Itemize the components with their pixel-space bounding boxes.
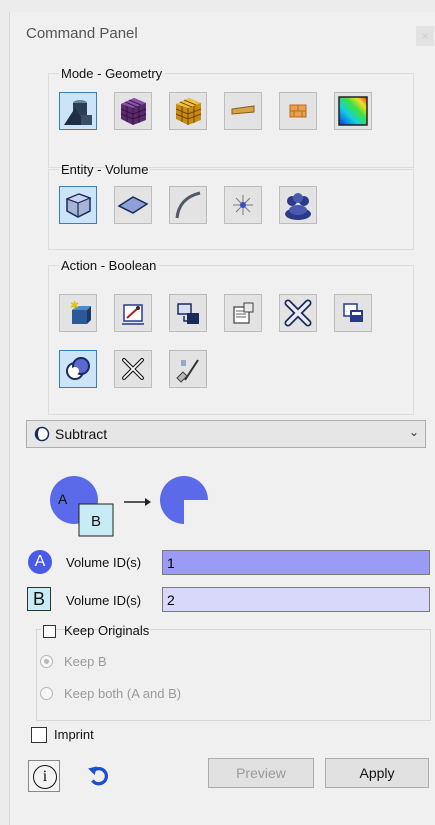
entity-vertex-button[interactable] xyxy=(224,186,262,224)
action-transform-button[interactable] xyxy=(169,294,207,332)
action-create-button[interactable]: ✱ xyxy=(59,294,97,332)
imprint-label: Imprint xyxy=(54,727,94,742)
mode-brick-button[interactable] xyxy=(279,92,317,130)
diagram-label-a: A xyxy=(58,491,68,507)
copy-icon xyxy=(343,303,363,322)
volume-b-label: Volume ID(s) xyxy=(66,593,142,608)
brick-wall-icon xyxy=(289,104,307,118)
bar-element-icon xyxy=(231,105,255,115)
group-icon xyxy=(285,193,311,220)
apply-button[interactable]: Apply xyxy=(325,758,429,788)
vertex-icon xyxy=(233,195,253,215)
subtract-icon xyxy=(34,426,50,442)
surface-icon xyxy=(117,196,149,214)
action-decompose-button[interactable] xyxy=(114,350,152,388)
arrow-icon xyxy=(145,498,151,506)
entity-legend: Entity - Volume xyxy=(61,162,149,177)
info-glyph: i xyxy=(33,765,57,789)
entity-volume-button[interactable] xyxy=(59,186,97,224)
mode-geometry-button[interactable] xyxy=(59,92,97,130)
boolean-icon xyxy=(66,357,90,380)
properties-icon xyxy=(233,302,254,324)
entity-group-button[interactable] xyxy=(279,186,317,224)
subtract-diagram: A B xyxy=(50,476,208,537)
undo-icon[interactable] xyxy=(86,762,112,788)
diagram-result-shape xyxy=(160,476,208,524)
volume-b-badge: B xyxy=(27,587,51,611)
mode-bar-button[interactable] xyxy=(224,92,262,130)
action-delete-button[interactable] xyxy=(279,294,317,332)
diagram-label-b: B xyxy=(91,513,101,530)
volume-cube-icon xyxy=(65,193,92,218)
action-cleanup-button[interactable] xyxy=(169,350,207,388)
svg-text:✱: ✱ xyxy=(70,299,79,312)
action-modify-button[interactable] xyxy=(114,294,152,332)
keep-originals-group xyxy=(36,629,431,721)
title-bar: Command Panel × xyxy=(10,12,435,56)
action-copy-button[interactable] xyxy=(334,294,372,332)
preview-button[interactable]: Preview xyxy=(208,758,314,788)
command-panel: Command Panel × Mode - Geometry Entity -… xyxy=(9,12,435,825)
mode-mesh-button[interactable] xyxy=(114,92,152,130)
transform-icon xyxy=(177,303,199,324)
chevron-down-icon: ⌄ xyxy=(408,425,419,439)
keep-originals-label: Keep Originals xyxy=(64,623,150,638)
mode-results-button[interactable] xyxy=(334,92,372,130)
action-properties-button[interactable] xyxy=(224,294,262,332)
volume-a-input[interactable] xyxy=(162,550,430,575)
close-button[interactable]: × xyxy=(416,26,434,46)
keep-both-radio[interactable] xyxy=(40,687,53,700)
modify-icon xyxy=(122,304,144,325)
imprint-checkbox[interactable] xyxy=(31,727,47,743)
info-icon[interactable]: i xyxy=(28,760,60,792)
top-strip xyxy=(0,0,435,12)
mesh-cube-purple-icon xyxy=(120,98,147,125)
entity-surface-button[interactable] xyxy=(114,186,152,224)
decompose-icon xyxy=(122,358,144,380)
boolean-operation-dropdown[interactable]: Subtract ⌄ xyxy=(26,420,426,448)
action-legend: Action - Boolean xyxy=(61,258,157,273)
keep-b-label: Keep B xyxy=(64,654,107,669)
boolean-operation-value: Subtract xyxy=(55,426,108,442)
create-icon: ✱ xyxy=(70,299,91,324)
mode-mesh-hex-button[interactable] xyxy=(169,92,207,130)
mesh-cube-orange-icon xyxy=(175,98,202,125)
keep-both-label: Keep both (A and B) xyxy=(64,686,182,701)
volume-a-label: Volume ID(s) xyxy=(66,555,142,570)
volume-b-input[interactable] xyxy=(162,587,430,612)
curve-icon xyxy=(175,191,201,219)
delete-icon xyxy=(284,299,312,327)
panel-title: Command Panel xyxy=(26,25,138,42)
volume-a-badge: A xyxy=(28,550,52,574)
keep-b-radio[interactable] xyxy=(40,655,53,668)
cleanup-icon xyxy=(176,359,199,383)
mode-legend: Mode - Geometry xyxy=(61,66,163,81)
action-group: Action - Boolean xyxy=(48,258,414,415)
action-boolean-button[interactable] xyxy=(59,350,97,388)
keep-originals-checkbox[interactable] xyxy=(43,625,56,638)
geometry-solids-icon xyxy=(64,100,92,125)
color-gradient-icon xyxy=(338,96,368,126)
entity-curve-button[interactable] xyxy=(169,186,207,224)
keep-originals-row[interactable]: Keep Originals xyxy=(41,623,149,639)
